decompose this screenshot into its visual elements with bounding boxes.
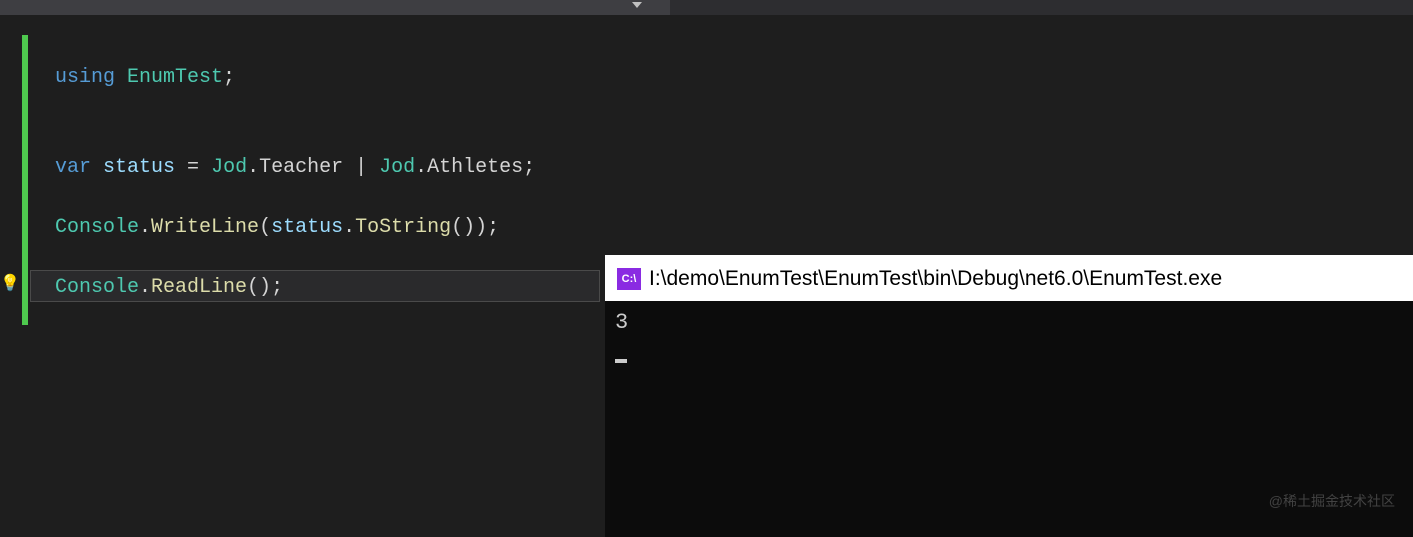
type-console: Console	[55, 216, 139, 239]
parens: ()	[247, 276, 271, 299]
editor-gutter	[0, 15, 22, 521]
change-indicator	[22, 35, 28, 325]
watermark: @稀土掘金技术社区	[1269, 491, 1395, 511]
keyword-var: var	[55, 156, 91, 179]
code-line-5[interactable]	[55, 183, 535, 213]
dot: .	[247, 156, 259, 179]
code-editor[interactable]: 💡 using EnumTest; var status = Jod.Teach…	[0, 15, 1413, 521]
console-output-line: 3	[615, 309, 1403, 337]
type-jod: Jod	[211, 156, 247, 179]
equals: =	[175, 156, 211, 179]
code-line-7[interactable]	[55, 243, 535, 273]
enum-athletes: Athletes	[427, 156, 523, 179]
dot: .	[415, 156, 427, 179]
semicolon: ;	[271, 276, 283, 299]
code-line-6[interactable]: Console.WriteLine(status.ToString());	[55, 213, 535, 243]
rparen: )	[475, 216, 487, 239]
namespace-name: EnumTest	[127, 66, 223, 89]
code-line-4[interactable]: var status = Jod.Teacher | Jod.Athletes;	[55, 153, 535, 183]
lightbulb-icon[interactable]: 💡	[0, 273, 20, 293]
method-tostring: ToString	[355, 216, 451, 239]
code-line-3[interactable]	[55, 123, 535, 153]
dot: .	[139, 276, 151, 299]
keyword-using: using	[55, 66, 115, 89]
code-line-8[interactable]: Console.ReadLine();	[55, 273, 535, 303]
type-console: Console	[55, 276, 139, 299]
semicolon: ;	[487, 216, 499, 239]
console-titlebar[interactable]: C:\ I:\demo\EnumTest\EnumTest\bin\Debug\…	[605, 256, 1413, 301]
or-operator: |	[343, 156, 379, 179]
semicolon: ;	[223, 66, 235, 89]
editor-toolbar	[0, 0, 1413, 15]
code-line-2[interactable]	[55, 93, 535, 123]
variable-status: status	[103, 156, 175, 179]
dot: .	[343, 216, 355, 239]
dot: .	[139, 216, 151, 239]
code-content[interactable]: using EnumTest; var status = Jod.Teacher…	[55, 63, 535, 303]
toolbar-dropdown[interactable]	[0, 0, 650, 15]
lparen: (	[259, 216, 271, 239]
toolbar-section	[670, 0, 1413, 15]
semicolon: ;	[523, 156, 535, 179]
console-title: I:\demo\EnumTest\EnumTest\bin\Debug\net6…	[649, 267, 1222, 291]
chevron-down-icon	[632, 2, 642, 8]
enum-teacher: Teacher	[259, 156, 343, 179]
code-line-1[interactable]: using EnumTest;	[55, 63, 535, 93]
method-writeline: WriteLine	[151, 216, 259, 239]
console-icon: C:\	[617, 268, 641, 290]
type-jod: Jod	[379, 156, 415, 179]
variable-status: status	[271, 216, 343, 239]
method-readline: ReadLine	[151, 276, 247, 299]
parens: ()	[451, 216, 475, 239]
console-cursor	[615, 359, 627, 363]
